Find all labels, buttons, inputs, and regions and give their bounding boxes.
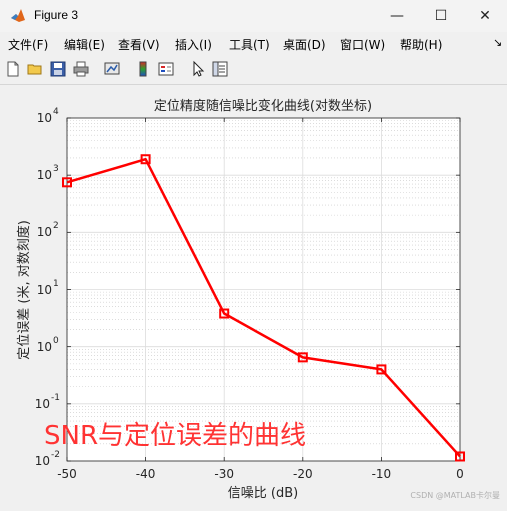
y-tick-label: 10 3 bbox=[37, 164, 59, 182]
menu-edit[interactable]: 编辑(E) bbox=[64, 36, 105, 53]
maximize-icon: ☐ bbox=[434, 8, 448, 24]
menu-desktop[interactable]: 桌面(D) bbox=[283, 36, 326, 53]
svg-text:10: 10 bbox=[37, 340, 52, 354]
svg-text:10: 10 bbox=[35, 454, 50, 468]
maximize-button[interactable]: ☐ bbox=[419, 0, 463, 32]
open-folder-icon[interactable] bbox=[26, 60, 44, 78]
menu-tools[interactable]: 工具(T) bbox=[229, 36, 270, 53]
print-icon[interactable] bbox=[72, 60, 90, 78]
x-tick-label: -20 bbox=[293, 467, 313, 481]
menu-insert[interactable]: 插入(I) bbox=[175, 36, 212, 53]
caption-overlay: SNR与定位误差的曲线 bbox=[44, 421, 306, 451]
property-inspector-icon[interactable] bbox=[211, 60, 229, 78]
svg-text:10: 10 bbox=[35, 397, 50, 411]
y-tick-label: 10 -2 bbox=[35, 450, 60, 468]
window-title: Figure 3 bbox=[34, 8, 79, 22]
x-tick-label: -50 bbox=[57, 467, 77, 481]
figure-canvas: 定位精度随信噪比变化曲线(对数坐标) -50 -40 -30 -20 -10 0… bbox=[0, 85, 507, 507]
svg-text:10: 10 bbox=[37, 111, 52, 125]
colorbar-icon[interactable] bbox=[134, 60, 152, 78]
chart: 定位精度随信噪比变化曲线(对数坐标) -50 -40 -30 -20 -10 0… bbox=[16, 98, 500, 501]
close-icon: ✕ bbox=[479, 8, 491, 24]
svg-text:-1: -1 bbox=[51, 393, 60, 403]
svg-text:1: 1 bbox=[53, 279, 59, 289]
link-plot-icon[interactable] bbox=[103, 60, 121, 78]
save-icon[interactable] bbox=[49, 60, 67, 78]
watermark: CSDN @MATLAB卡尔曼 bbox=[410, 490, 500, 500]
x-tick-label: 0 bbox=[456, 467, 464, 481]
edit-plot-cursor-icon[interactable] bbox=[189, 60, 207, 78]
svg-text:10: 10 bbox=[37, 283, 52, 297]
x-axis-label: 信噪比 (dB) bbox=[228, 486, 298, 501]
svg-text:3: 3 bbox=[53, 164, 59, 174]
y-tick-label: 10 2 bbox=[37, 221, 59, 239]
svg-text:-2: -2 bbox=[51, 450, 60, 460]
minimize-icon: — bbox=[390, 8, 404, 24]
figure-toolbar bbox=[0, 56, 507, 85]
menu-overflow-icon[interactable]: ↘ bbox=[493, 36, 502, 49]
svg-text:0: 0 bbox=[53, 336, 59, 346]
minimize-button[interactable]: — bbox=[375, 0, 419, 32]
title-bar: Figure 3 — ☐ ✕ bbox=[0, 0, 507, 32]
menu-view[interactable]: 查看(V) bbox=[118, 36, 160, 53]
x-tick-label: -30 bbox=[214, 467, 234, 481]
chart-title: 定位精度随信噪比变化曲线(对数坐标) bbox=[154, 98, 372, 114]
matlab-logo-icon bbox=[11, 9, 25, 22]
y-tick-label: 10 4 bbox=[37, 107, 59, 125]
legend-icon[interactable] bbox=[157, 60, 175, 78]
menu-help[interactable]: 帮助(H) bbox=[400, 36, 442, 53]
svg-text:10: 10 bbox=[37, 168, 52, 182]
y-tick-label: 10 1 bbox=[37, 279, 59, 297]
menu-window[interactable]: 窗口(W) bbox=[340, 36, 385, 53]
y-tick-label: 10 0 bbox=[37, 336, 59, 354]
close-button[interactable]: ✕ bbox=[463, 0, 507, 32]
menu-bar: 文件(F) 编辑(E) 查看(V) 插入(I) 工具(T) 桌面(D) 窗口(W… bbox=[0, 32, 507, 56]
svg-text:10: 10 bbox=[37, 225, 52, 239]
new-figure-icon[interactable] bbox=[4, 60, 22, 78]
y-axis-label: 定位误差 (米, 对数刻度) bbox=[16, 220, 32, 360]
x-tick-label: -40 bbox=[136, 467, 156, 481]
menu-file[interactable]: 文件(F) bbox=[8, 36, 48, 53]
x-tick-label: -10 bbox=[372, 467, 392, 481]
svg-text:4: 4 bbox=[53, 107, 59, 117]
svg-text:2: 2 bbox=[53, 221, 59, 231]
y-tick-label: 10 -1 bbox=[35, 393, 60, 411]
